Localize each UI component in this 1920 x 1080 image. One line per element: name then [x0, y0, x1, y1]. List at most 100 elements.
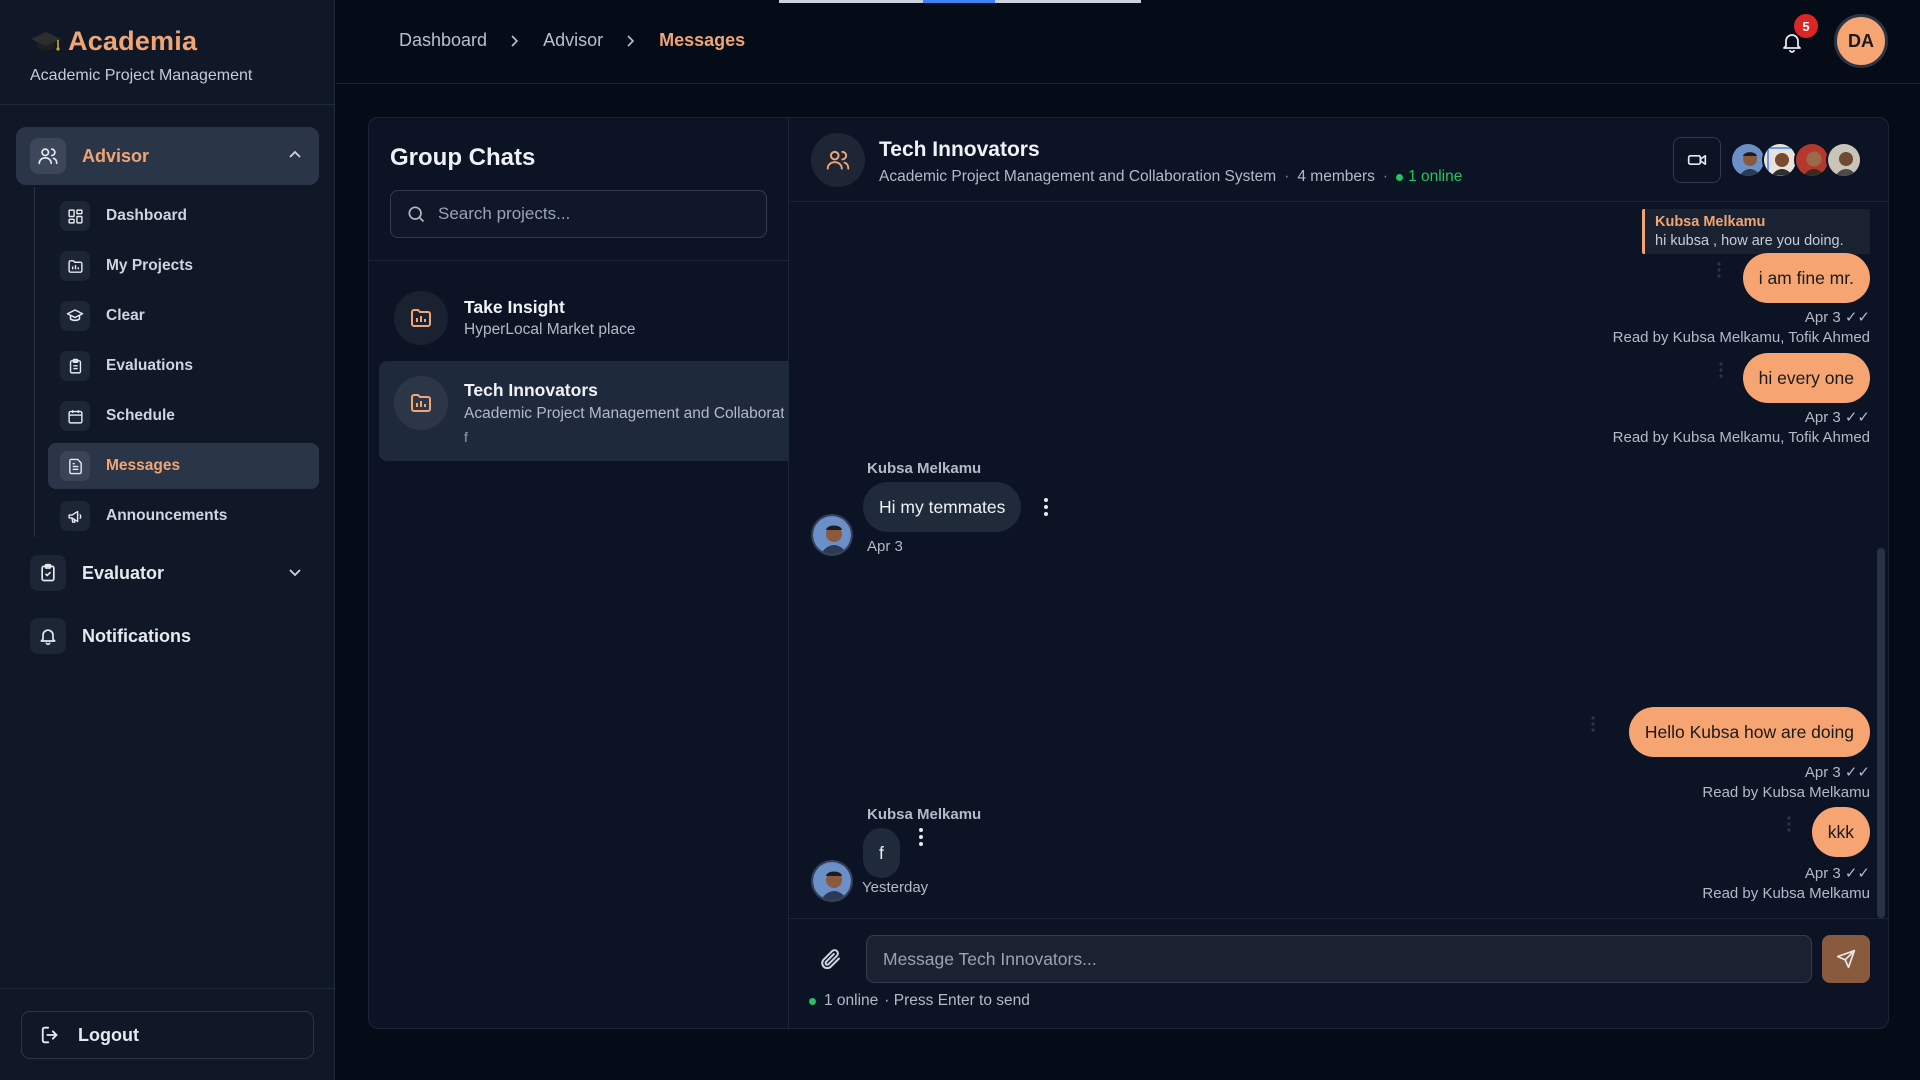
message-bubble-outgoing[interactable]: Hello Kubsa how are doing: [1628, 707, 1870, 757]
calendar-icon: [60, 401, 90, 431]
more-options-icon[interactable]: [1716, 261, 1722, 279]
sender-avatar[interactable]: [811, 514, 853, 556]
divider: [369, 260, 789, 261]
conversation-title: Tech Innovators: [879, 138, 1040, 161]
member-avatars[interactable]: [1730, 142, 1862, 178]
sidebar-item-label: Messages: [106, 457, 181, 474]
search-icon: [408, 206, 425, 223]
conversation-header: Tech Innovators Academic Project Managem…: [790, 118, 1888, 202]
sidebar-item-dashboard[interactable]: Dashboard: [48, 193, 319, 239]
breadcrumb-messages: Messages: [659, 30, 746, 50]
more-options-icon[interactable]: [918, 827, 924, 847]
sidebar-item-label: Dashboard: [106, 207, 187, 224]
loading-progress-bar: [779, 0, 1141, 3]
sidebar-item-label: Evaluations: [106, 357, 193, 374]
more-options-icon[interactable]: [1590, 715, 1596, 733]
message-read-receipt: Read by Kubsa Melkamu: [1702, 885, 1870, 902]
member-avatar: [1730, 142, 1766, 178]
message-bubble-outgoing[interactable]: i am fine mr.: [1742, 253, 1870, 303]
member-count: 4 members: [1297, 168, 1375, 185]
logout-icon: [41, 1026, 58, 1044]
folder-chart-icon: [60, 251, 90, 281]
message-scrollbar[interactable]: [1877, 548, 1885, 918]
group-chats-list: Group Chats Take Insight HyperLocal Mark…: [369, 118, 789, 1028]
message-time: Apr 3: [867, 538, 903, 555]
send-icon: [1836, 949, 1856, 969]
sidebar-group-label: Notifications: [82, 625, 192, 646]
message-bubble-outgoing[interactable]: hi every one: [1742, 353, 1870, 403]
message-composer: 1 online · Press Enter to send: [789, 918, 1889, 1029]
conversation: Tech Innovators Academic Project Managem…: [790, 118, 1888, 1028]
top-bar: Dashboard Advisor Messages 5 DA: [336, 0, 1920, 84]
message-input[interactable]: [866, 935, 1812, 983]
online-status: 1 online: [1396, 168, 1462, 186]
sidebar-item-schedule[interactable]: Schedule: [48, 393, 319, 439]
more-options-icon[interactable]: [1718, 361, 1724, 379]
reply-quote[interactable]: Kubsa Melkamu hi kubsa , how are you doi…: [1642, 209, 1870, 254]
online-dot-icon: [1396, 173, 1404, 181]
message-bubble-incoming[interactable]: Hi my temmates: [863, 482, 1022, 532]
megaphone-icon: [60, 501, 90, 531]
message-bubble-outgoing[interactable]: kkk: [1811, 807, 1870, 857]
paperclip-icon[interactable]: [819, 947, 843, 971]
sidebar-group-advisor[interactable]: Advisor: [16, 127, 319, 185]
sidebar-item-messages[interactable]: Messages: [48, 443, 319, 489]
sidebar-item-label: Clear: [106, 307, 145, 324]
folder-chart-icon: [394, 376, 448, 430]
message-time: Apr 3 ✓✓: [1804, 409, 1870, 426]
more-options-icon[interactable]: [1786, 815, 1792, 833]
breadcrumb-advisor[interactable]: Advisor: [543, 30, 603, 51]
logout-section: Logout: [0, 988, 335, 1080]
logout-label: Logout: [78, 1024, 139, 1045]
sidebar-item-label: Announcements: [106, 507, 228, 524]
sidebar-group-notifications[interactable]: Notifications: [16, 607, 319, 665]
sender-avatar[interactable]: [811, 860, 853, 902]
chat-item-tech-innovators[interactable]: Tech Innovators Academic Project Managem…: [379, 361, 789, 461]
send-button[interactable]: [1822, 935, 1870, 983]
message-time: Apr 3 ✓✓: [1804, 865, 1870, 882]
message-time: Yesterday: [862, 879, 929, 896]
message-sender: Kubsa Melkamu: [867, 806, 982, 823]
member-avatar: [1794, 142, 1830, 178]
graduation-cap-logo-icon: [31, 31, 61, 51]
chat-name: Take Insight: [464, 297, 565, 317]
sidebar-item-announcements[interactable]: Announcements: [48, 493, 319, 539]
message-bubble-incoming[interactable]: f: [863, 828, 900, 878]
video-call-button[interactable]: [1673, 137, 1721, 183]
submenu-guide-line: [34, 187, 35, 537]
message-time: Apr 3 ✓✓: [1804, 764, 1870, 781]
sidebar-group-evaluator[interactable]: Evaluator: [16, 544, 319, 602]
user-avatar[interactable]: DA: [1834, 14, 1888, 68]
sidebar-group-label: Advisor: [82, 145, 150, 166]
grid-icon: [60, 201, 90, 231]
composer-hint: · Press Enter to send: [884, 992, 1030, 1009]
conversation-meta: Academic Project Management and Collabor…: [879, 168, 1463, 186]
clipboard-check-icon: [30, 555, 66, 591]
video-camera-icon: [1687, 155, 1707, 165]
group-chats-title: Group Chats: [390, 144, 536, 171]
logout-button[interactable]: Logout: [21, 1011, 314, 1059]
bell-icon: [30, 618, 66, 654]
messages-panel: Group Chats Take Insight HyperLocal Mark…: [368, 117, 1889, 1029]
graduation-cap-icon: [60, 301, 90, 331]
search-input[interactable]: [438, 204, 758, 224]
app-subtitle: Academic Project Management: [30, 67, 253, 84]
sidebar-item-clear[interactable]: Clear: [48, 293, 319, 339]
chat-subtitle: Academic Project Management and Collabor…: [464, 405, 784, 422]
chevron-down-icon: [289, 569, 301, 577]
online-dot-icon: [809, 997, 816, 1005]
member-avatar: [1826, 142, 1862, 178]
users-icon: [30, 138, 66, 174]
sidebar-item-label: My Projects: [106, 257, 194, 274]
composer-status: 1 online · Press Enter to send: [809, 992, 1030, 1010]
search-box: [390, 190, 767, 238]
brand: Academia Academic Project Management: [0, 0, 334, 105]
more-options-icon[interactable]: [1043, 497, 1049, 517]
sidebar-item-my-projects[interactable]: My Projects: [48, 243, 319, 289]
reply-quote-sender: Kubsa Melkamu: [1655, 214, 1766, 230]
breadcrumb-dashboard[interactable]: Dashboard: [399, 30, 487, 51]
chat-name: Tech Innovators: [464, 380, 598, 400]
chat-last-message: f: [464, 429, 468, 445]
sidebar-item-evaluations[interactable]: Evaluations: [48, 343, 319, 389]
message-read-receipt: Read by Kubsa Melkamu, Tofik Ahmed: [1612, 429, 1870, 446]
